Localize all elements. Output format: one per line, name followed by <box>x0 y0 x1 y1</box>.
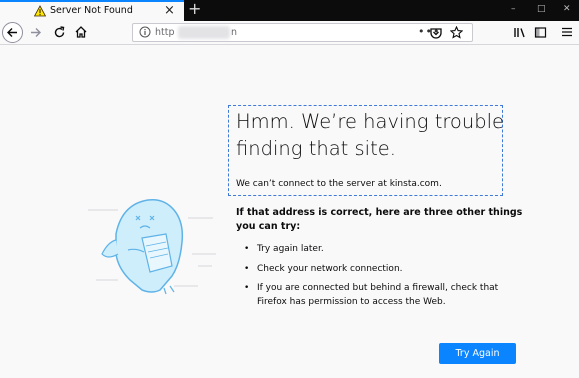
bookmark-star-icon[interactable] <box>450 26 463 39</box>
menu-icon[interactable] <box>561 26 573 38</box>
list-item: Try again later. <box>244 243 524 257</box>
url-bar[interactable]: http n ••• <box>132 23 473 42</box>
sidebar-icon[interactable] <box>534 26 547 39</box>
forward-icon[interactable] <box>29 26 42 39</box>
reload-icon[interactable] <box>53 26 66 39</box>
tab-close-button[interactable]: × <box>164 3 175 19</box>
tab-strip: Server Not Found × + – □ ✕ <box>0 0 579 21</box>
minimize-button[interactable]: – <box>511 4 516 15</box>
tab-title: Server Not Found <box>50 5 133 16</box>
url-text: http <box>155 27 175 38</box>
maximize-button[interactable]: □ <box>537 4 546 15</box>
info-icon[interactable] <box>139 26 151 38</box>
dinosaur-illustration <box>88 198 216 295</box>
error-description: We can’t connect to the server at kinsta… <box>236 179 442 189</box>
new-tab-button[interactable]: + <box>188 0 201 18</box>
suggestions-heading: If that address is correct, here are thr… <box>236 207 523 232</box>
back-button[interactable] <box>2 22 23 43</box>
url-redacted <box>178 26 230 39</box>
tab-server-not-found[interactable]: Server Not Found × <box>0 0 184 21</box>
back-icon <box>7 28 17 37</box>
list-item: If you are connected but behind a firewa… <box>244 282 524 309</box>
home-icon[interactable] <box>74 25 88 39</box>
list-item: Check your network connection. <box>244 263 524 277</box>
suggestions-list: Try again later. Check your network conn… <box>244 243 524 315</box>
pocket-icon[interactable] <box>430 27 442 39</box>
close-window-button[interactable]: ✕ <box>563 4 571 15</box>
warning-icon <box>34 5 46 17</box>
error-title: Hmm. We’re having trouble finding that s… <box>236 110 505 160</box>
library-icon[interactable] <box>513 26 526 39</box>
url-text-tail: n <box>231 27 238 38</box>
navigation-toolbar: http n ••• <box>0 21 579 45</box>
try-again-button[interactable]: Try Again <box>439 343 516 364</box>
error-page: Hmm. We’re having trouble finding that s… <box>0 46 579 378</box>
